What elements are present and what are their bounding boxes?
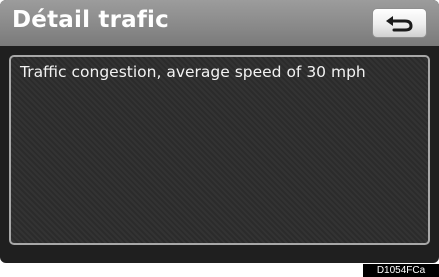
traffic-detail-panel: Traffic congestion, average speed of 30 … [9,55,430,245]
navigation-screen: Détail trafic Traffic congestion, averag… [0,0,439,263]
back-button[interactable] [372,8,427,38]
page-title: Détail trafic [12,7,169,33]
figure-code: D1054FCa [363,264,439,277]
back-arrow-icon [386,16,413,32]
traffic-message: Traffic congestion, average speed of 30 … [20,63,366,81]
header-bar: Détail trafic [0,0,439,46]
